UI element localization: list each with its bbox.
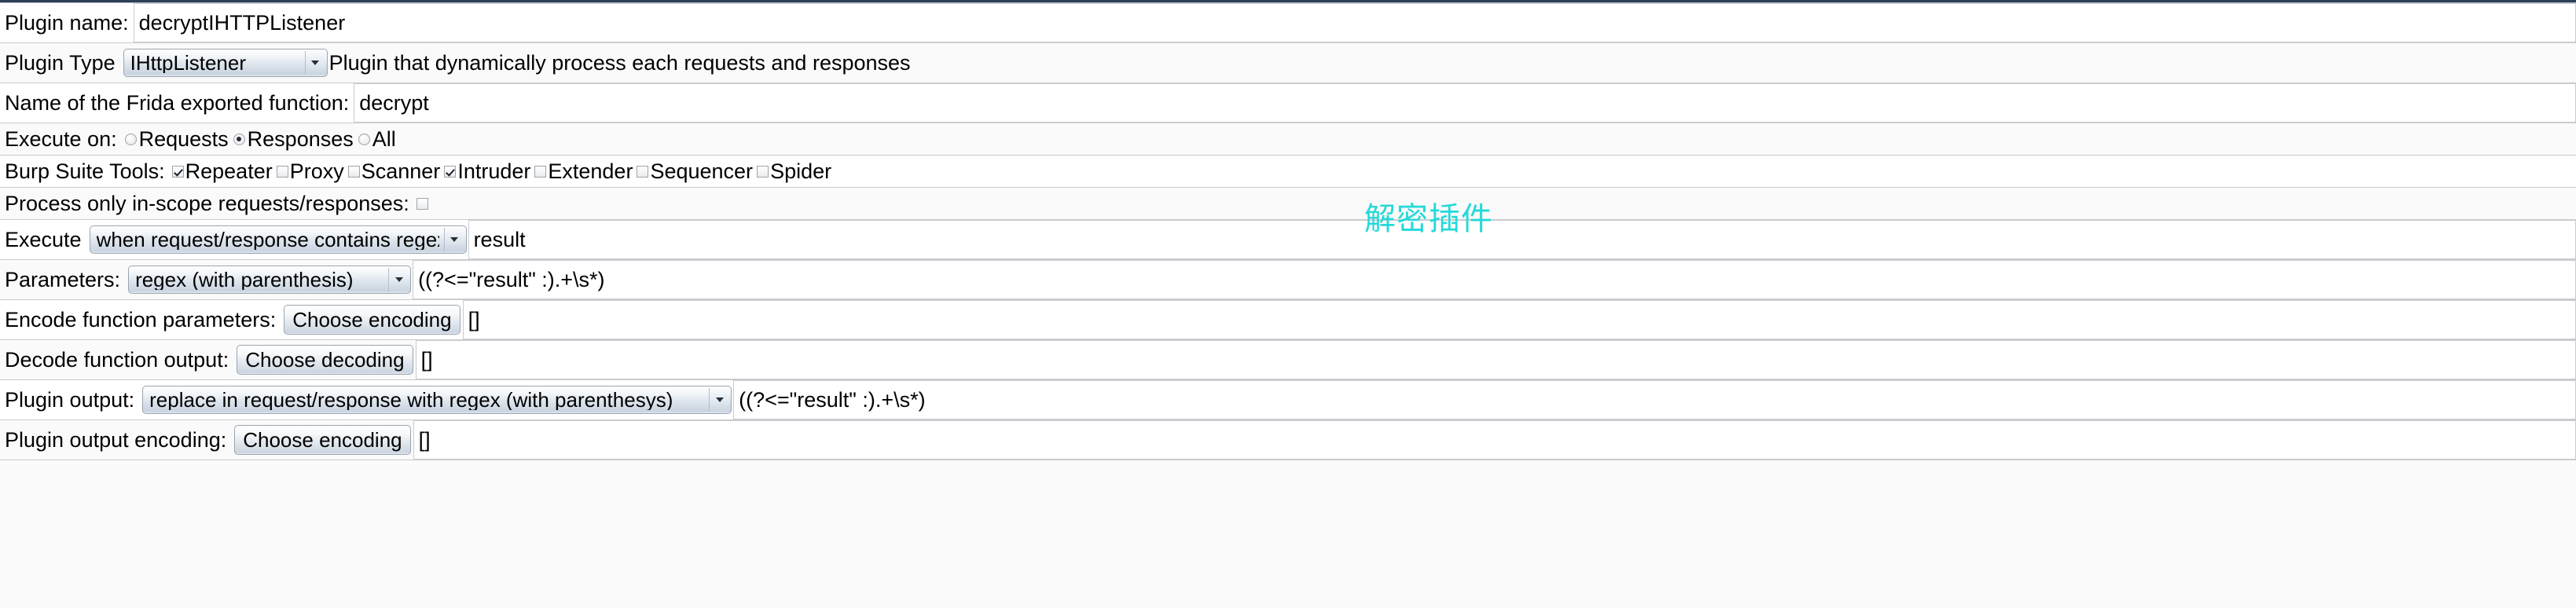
plugin-output-label: Plugin output: [5, 387, 135, 412]
plugin-type-description: Plugin that dynamically process each req… [328, 50, 911, 75]
choose-encoding-button[interactable]: Choose encoding [284, 305, 461, 335]
radio-requests-label: Requests [138, 126, 229, 151]
execute-condition-combo[interactable]: when request/response contains regex [89, 225, 467, 254]
plugin-config-form: Plugin name: Plugin Type IHttpListener P… [0, 3, 2576, 460]
plugin-output-encoding-label: Plugin output encoding: [5, 427, 227, 452]
parameters-combo-value: regex (with parenthesis) [135, 269, 354, 290]
plugin-name-input[interactable] [133, 3, 2576, 42]
checkbox-sequencer-icon[interactable] [637, 165, 649, 178]
checkbox-sequencer-label: Sequencer [650, 159, 754, 183]
radio-requests-icon[interactable] [124, 133, 137, 145]
plugin-output-regex-input[interactable] [733, 380, 2576, 419]
checkbox-extender-icon[interactable] [534, 165, 547, 178]
row-frida-function: Name of the Frida exported function: [0, 83, 2576, 123]
plugin-output-choose-encoding-button[interactable]: Choose encoding [234, 425, 411, 455]
checkbox-scanner-icon[interactable] [347, 165, 360, 178]
checkbox-spider-icon[interactable] [757, 165, 769, 178]
radio-all-label: All [372, 126, 396, 151]
chevron-down-icon[interactable] [709, 388, 730, 412]
row-in-scope-only: Process only in-scope requests/responses… [0, 188, 2576, 220]
decode-output-label: Decode function output: [5, 347, 229, 372]
checkbox-option-scanner[interactable]: Scanner [346, 159, 442, 183]
plugin-output-choose-encoding-button-label: Choose encoding [243, 428, 402, 452]
row-parameters: Parameters: regex (with parenthesis) [0, 260, 2576, 300]
choose-encoding-button-label: Choose encoding [292, 308, 452, 331]
parameters-combo[interactable]: regex (with parenthesis) [128, 266, 412, 294]
checkbox-option-extender[interactable]: Extender [532, 159, 634, 183]
checkbox-intruder-icon[interactable] [444, 165, 457, 178]
checkbox-option-spider[interactable]: Spider [754, 159, 833, 183]
encode-parameters-input[interactable] [462, 300, 2576, 339]
checkbox-repeater-label: Repeater [185, 159, 273, 183]
checkbox-proxy-icon[interactable] [276, 165, 288, 178]
checkbox-option-intruder[interactable]: Intruder [442, 159, 532, 183]
checkbox-option-proxy[interactable]: Proxy [274, 159, 346, 183]
frida-function-label: Name of the Frida exported function: [5, 90, 350, 115]
checkbox-proxy-label: Proxy [289, 159, 344, 183]
row-plugin-name: Plugin name: [0, 3, 2576, 43]
checkbox-option-sequencer[interactable]: Sequencer [634, 159, 754, 183]
execute-label: Execute [5, 227, 82, 251]
row-decode-output: Decode function output: Choose decoding [0, 340, 2576, 380]
encode-parameters-label: Encode function parameters: [5, 307, 277, 331]
plugin-output-combo[interactable]: replace in request/response with regex (… [142, 386, 732, 414]
chevron-down-icon[interactable] [304, 51, 325, 75]
checkbox-intruder-label: Intruder [457, 159, 531, 183]
radio-option-responses[interactable]: Responses [230, 126, 355, 151]
row-burp-suite-tools: Burp Suite Tools: Repeater Proxy Scanner… [0, 156, 2576, 188]
radio-responses-label: Responses [247, 126, 354, 151]
execute-on-label: Execute on: [5, 126, 117, 151]
row-plugin-output: Plugin output: replace in request/respon… [0, 380, 2576, 420]
row-execute-condition: Execute when request/response contains r… [0, 220, 2576, 260]
radio-option-all[interactable]: All [355, 126, 398, 151]
frida-function-input[interactable] [354, 83, 2576, 123]
choose-decoding-button[interactable]: Choose decoding [237, 345, 413, 375]
choose-decoding-button-label: Choose decoding [245, 348, 405, 372]
plugin-name-label: Plugin name: [5, 10, 129, 35]
decode-output-input[interactable] [415, 340, 2576, 379]
parameters-label: Parameters: [5, 267, 121, 291]
radio-option-requests[interactable]: Requests [122, 126, 230, 151]
plugin-type-combo[interactable]: IHttpListener [123, 49, 328, 77]
checkbox-extender-label: Extender [548, 159, 633, 183]
radio-responses-icon[interactable] [233, 133, 245, 145]
checkbox-scanner-label: Scanner [361, 159, 441, 183]
row-execute-on: Execute on: Requests Responses All [0, 123, 2576, 156]
checkbox-repeater-icon[interactable] [171, 165, 184, 178]
radio-all-icon[interactable] [358, 133, 370, 145]
row-encode-parameters: Encode function parameters: Choose encod… [0, 300, 2576, 340]
chevron-down-icon[interactable] [443, 228, 464, 251]
plugin-output-combo-value: replace in request/response with regex (… [149, 390, 673, 410]
in-scope-label: Process only in-scope requests/responses… [5, 191, 409, 215]
burp-tools-label: Burp Suite Tools: [5, 159, 165, 183]
row-plugin-type: Plugin Type IHttpListener Plugin that dy… [0, 43, 2576, 83]
plugin-type-label: Plugin Type [5, 50, 116, 75]
checkbox-in-scope-icon[interactable] [416, 197, 428, 210]
checkbox-spider-label: Spider [770, 159, 832, 183]
execute-condition-input[interactable] [468, 220, 2576, 259]
execute-condition-combo-value: when request/response contains regex [96, 229, 439, 250]
chevron-down-icon[interactable] [388, 268, 409, 291]
empty-panel-area [0, 460, 2576, 608]
parameters-regex-input[interactable] [413, 260, 2576, 299]
plugin-output-encoding-input[interactable] [413, 420, 2576, 460]
plugin-type-combo-value: IHttpListener [130, 53, 247, 73]
checkbox-option-repeater[interactable]: Repeater [170, 159, 274, 183]
row-plugin-output-encoding: Plugin output encoding: Choose encoding [0, 420, 2576, 460]
